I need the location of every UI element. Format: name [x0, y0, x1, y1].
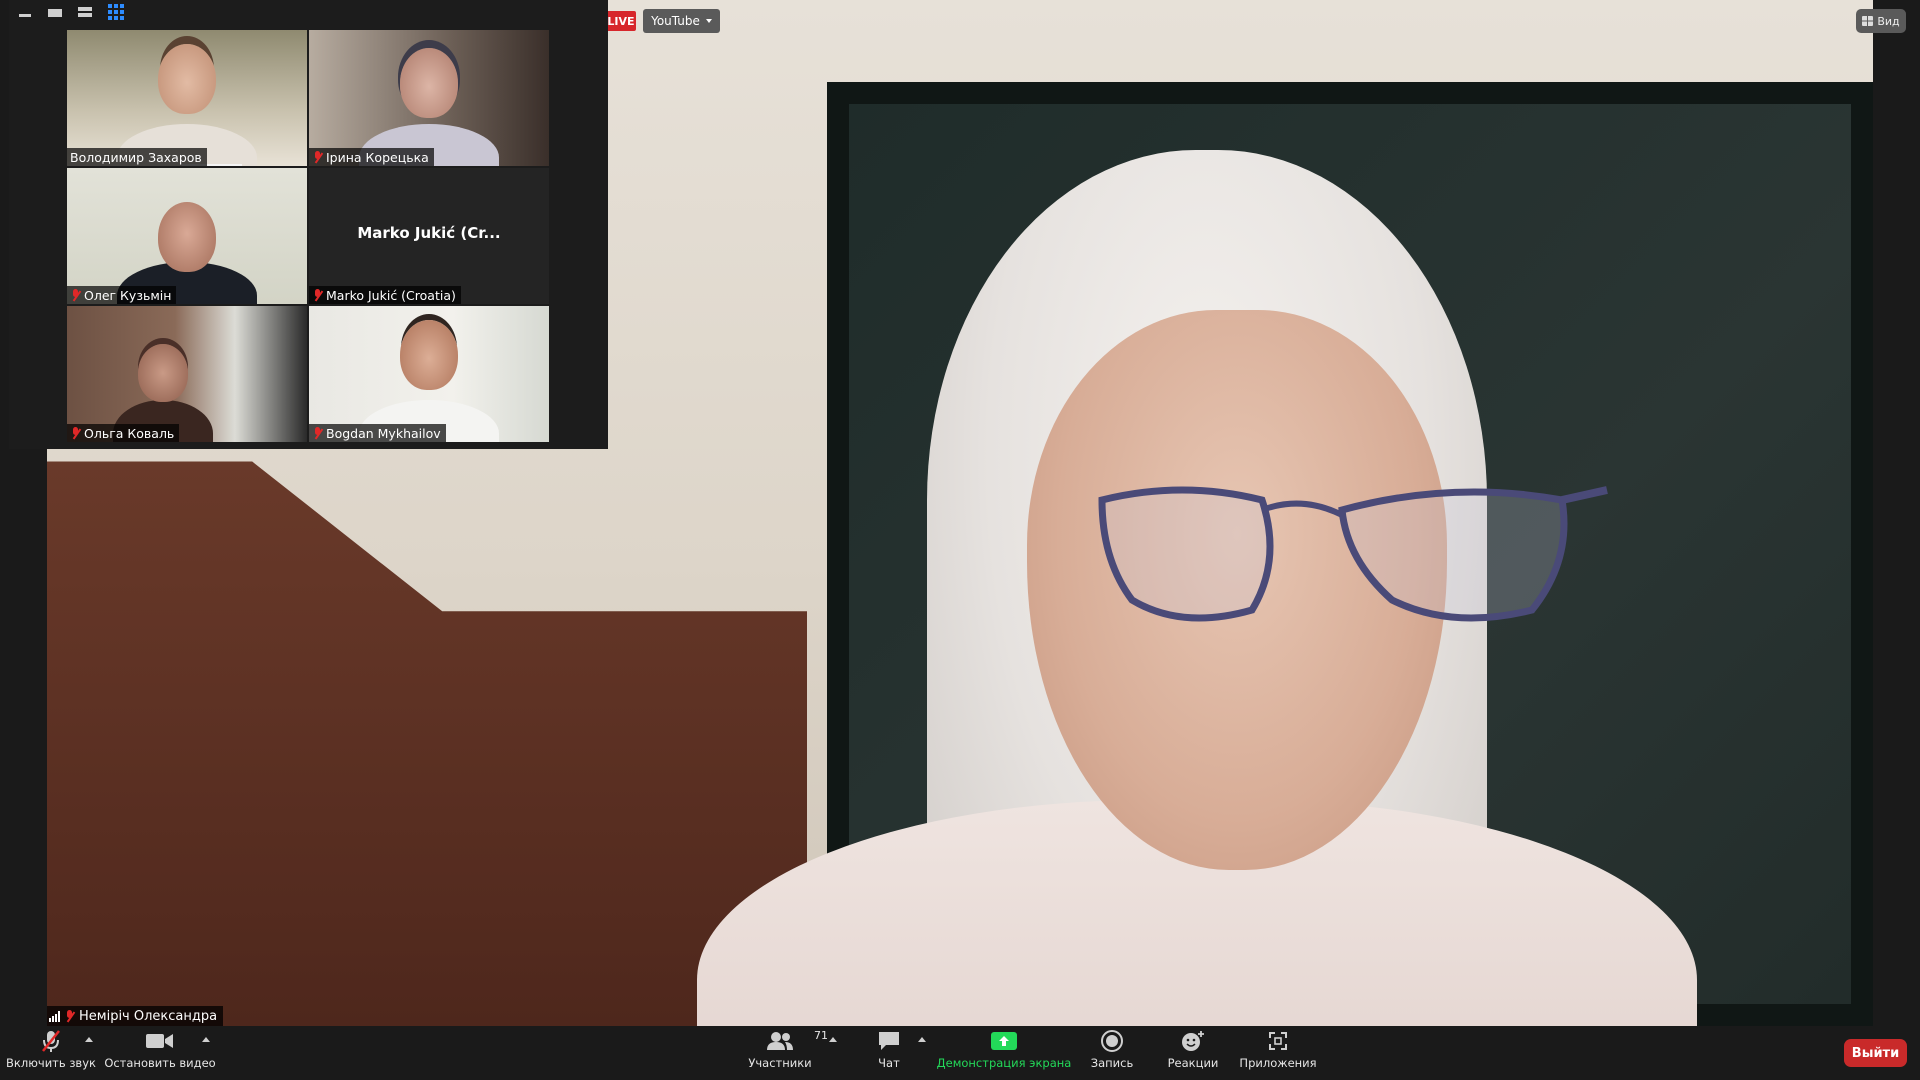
participant-tile[interactable]: Ольга Коваль [67, 306, 307, 442]
participant-name-tag: Ірина Корецька [309, 148, 434, 166]
chevron-down-icon [705, 19, 712, 23]
participants-count: 71 [814, 1029, 828, 1042]
share-screen-button[interactable]: Демонстрация экрана [937, 1026, 1071, 1080]
chat-bubble-icon [879, 1032, 899, 1050]
chat-button[interactable]: Чат [869, 1026, 909, 1080]
livestream-youtube-button[interactable]: YouTube [643, 9, 720, 33]
participant-name-tag: Marko Jukić (Croatia) [309, 286, 461, 304]
participants-options-chevron-icon[interactable] [829, 1037, 837, 1042]
muted-microphone-icon [42, 1030, 60, 1052]
unmute-button[interactable]: Включить звук [6, 1026, 96, 1080]
participant-name-tag: Bogdan Mykhailov [309, 424, 446, 442]
minimize-icon[interactable] [17, 4, 33, 20]
participant-tile[interactable]: Олег Кузьмін [67, 168, 307, 304]
video-camera-icon [146, 1034, 173, 1048]
strip-view-icon[interactable] [77, 4, 93, 20]
meeting-toolbar: Включить звук Остановить видео 71 Участн… [0, 1026, 1920, 1080]
muted-mic-icon [312, 150, 323, 164]
video-options-chevron-icon[interactable] [202, 1037, 210, 1042]
connection-signal-icon [49, 1010, 60, 1022]
participant-display-name: Marko Jukić (Cr... [357, 224, 501, 242]
record-button[interactable]: Запись [1090, 1026, 1134, 1080]
participant-name-tag: Володимир Захаров [67, 148, 207, 166]
apps-button[interactable]: Приложения [1239, 1026, 1317, 1080]
speaker-name: Неміріч Олександра [79, 1008, 218, 1024]
reactions-smiley-icon [1182, 1031, 1204, 1051]
participants-button[interactable]: 71 Участники [748, 1026, 828, 1080]
participant-tile[interactable]: Ірина Корецька [309, 30, 549, 166]
participants-icon [767, 1032, 793, 1050]
speaker-name-tag: Неміріч Олександра [47, 1006, 224, 1026]
grid-view-icon [1862, 16, 1874, 26]
live-badge: LIVE [606, 11, 636, 31]
muted-mic-icon [312, 426, 323, 440]
apps-icon [1269, 1032, 1287, 1050]
single-video-icon[interactable] [47, 4, 63, 20]
record-icon [1101, 1030, 1123, 1052]
participant-tile[interactable]: Marko Jukić (Cr... Marko Jukić (Croatia) [309, 168, 549, 304]
participant-tile[interactable]: Володимир Захаров [67, 30, 307, 166]
gallery-panel: Володимир Захаров Ірина Корецька Олег Ку… [9, 0, 608, 449]
participant-name-tag: Олег Кузьмін [67, 286, 177, 304]
reactions-button[interactable]: Реакции [1168, 1026, 1218, 1080]
muted-mic-icon [70, 426, 81, 440]
participant-name-tag: Ольга Коваль [67, 424, 180, 442]
share-screen-icon [991, 1032, 1017, 1050]
speaker-person [697, 150, 1697, 1026]
audio-options-chevron-icon[interactable] [85, 1037, 93, 1042]
muted-mic-icon [64, 1009, 75, 1023]
muted-mic-icon [70, 288, 81, 302]
gallery-layout-controls [17, 2, 125, 22]
gallery-grid-icon[interactable] [107, 3, 125, 21]
chat-options-chevron-icon[interactable] [918, 1037, 926, 1042]
muted-mic-icon [312, 288, 323, 302]
participant-tile[interactable]: Bogdan Mykhailov [309, 306, 549, 442]
view-button[interactable]: Вид [1856, 9, 1906, 33]
stop-video-button[interactable]: Остановить видео [104, 1026, 216, 1080]
speaker-glasses [1098, 486, 1608, 622]
leave-meeting-button[interactable]: Выйти [1844, 1039, 1907, 1067]
